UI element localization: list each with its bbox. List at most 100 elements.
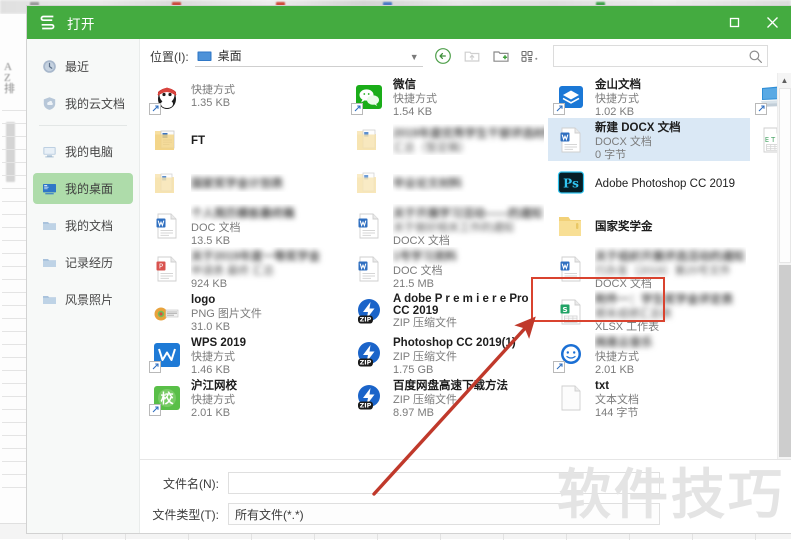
file-name: 个人简历模板最终稿 [191, 208, 295, 220]
shortcut-badge-icon [149, 361, 161, 373]
new-folder-icon[interactable] [491, 46, 511, 66]
file-name: 关于组织开展评选活动的通知 [595, 251, 745, 263]
file-name: 关于开展学习活动——的通知 [393, 208, 543, 220]
file-name: 国家奖学金计划表 [191, 178, 283, 190]
filetype-label: 文件类型(T): [140, 506, 228, 523]
file-type: ZIP 压缩文件 [393, 351, 544, 364]
file-item[interactable]: WPS 2019 快捷方式 1.46 KB [144, 333, 346, 376]
file-name: 沪江网校 [191, 380, 237, 392]
maximize-button[interactable] [715, 6, 753, 39]
file-item[interactable]: 快捷方式 1.35 KB [144, 75, 346, 118]
file-item[interactable]: 个人简历模板最终稿 DOC 文档 13.5 KB [144, 204, 346, 247]
sidebar-item-label: 风景照片 [65, 291, 113, 308]
file-item[interactable]: ZIP 百度网盘高速下载方法 ZIP 压缩文件 8.97 MB [346, 376, 548, 419]
file-item[interactable]: 关于开展学习活动——的通知 关于做好相关工作的通知 DOCX 文档 [346, 204, 548, 247]
chevron-down-icon[interactable]: ▼ [410, 52, 419, 62]
file-item-text: 金山文档 快捷方式 1.02 KB [595, 75, 746, 119]
sidebar-item-my-documents[interactable]: 我的文档 [33, 210, 133, 241]
file-item[interactable]: logo PNG 图片文件 31.0 KB [144, 290, 346, 333]
file-item[interactable]: 1号学习资料 DOC 文档 21.5 MB [346, 247, 548, 290]
ps-app-icon: Ps [554, 166, 588, 200]
zip-file-icon: ZIP [352, 338, 386, 372]
file-item[interactable]: Ps Adobe Photoshop CC 2019 [548, 161, 750, 204]
file-type: ZIP 压缩文件 [393, 317, 544, 330]
sidebar-item-my-computer[interactable]: 我的电脑 [33, 136, 133, 167]
file-name: FT [191, 135, 205, 147]
sidebar-item-recent[interactable]: 最近 [33, 51, 133, 82]
filename-input[interactable] [228, 472, 660, 494]
file-item[interactable]: 国家奖学金计划表 [144, 161, 346, 204]
file-item[interactable]: 网易云音乐 快捷方式 2.01 KB [548, 333, 750, 376]
file-type: 快捷方式 [191, 84, 342, 97]
file-item[interactable]: 微信 快捷方式 1.54 KB [346, 75, 548, 118]
file-item-text: 关于2019年度一等奖学金 申请表 最终 汇总 924 KB [191, 247, 342, 291]
file-item-text: 毕业论文材料 [393, 174, 544, 192]
file-item-text: logo PNG 图片文件 31.0 KB [191, 290, 342, 334]
file-type: 关于做好相关工作的通知 [393, 222, 544, 235]
folder-icon [41, 255, 57, 271]
sidebar-item-scenery-photos[interactable]: 风景照片 [33, 284, 133, 315]
file-item[interactable]: S 附件一：学生奖学金评定表 期末成绩汇总表 XLSX 工作表 [548, 290, 750, 333]
file-type: 快捷方式 [595, 351, 746, 364]
svg-text:P: P [159, 262, 163, 270]
shortcut-badge-icon [351, 103, 363, 115]
sidebar-item-record-history[interactable]: 记录经历 [33, 247, 133, 278]
scrollbar-thumb[interactable] [779, 88, 791, 263]
back-arrow-icon[interactable] [433, 46, 453, 66]
folder-doc-icon [352, 166, 386, 200]
file-item[interactable]: 金山文档 快捷方式 1.02 KB [548, 75, 750, 118]
toolbar-icon-group [433, 46, 540, 66]
file-item[interactable]: 毕业论文材料 [346, 161, 548, 204]
file-item-selected[interactable]: 新建 DOCX 文档 DOCX 文档 0 字节 [548, 118, 750, 161]
file-name: WPS 2019 [191, 337, 246, 349]
search-icon[interactable] [745, 49, 765, 64]
filetype-select[interactable]: 所有文件(*.*) [228, 503, 660, 525]
search-box[interactable] [553, 45, 768, 67]
kingsoft-doc-icon [554, 80, 588, 114]
file-name: 国家奖学金 [595, 221, 653, 233]
view-mode-icon[interactable] [520, 46, 540, 66]
sidebar-divider [39, 125, 127, 126]
file-type: 文本文档 [595, 394, 746, 407]
dialog-title: 打开 [67, 13, 95, 33]
file-item[interactable]: ZIP Photoshop CC 2019(1) ZIP 压缩文件 1.75 G… [346, 333, 548, 376]
file-item-text: 2019年度优秀学生干部评选材料 汇总（暂定稿） [393, 124, 544, 155]
file-item[interactable]: 2019年度优秀学生干部评选材料 汇总（暂定稿） [346, 118, 548, 161]
file-type: DOC 文档 [191, 222, 342, 235]
folder-icon [41, 292, 57, 308]
file-item[interactable]: FT [144, 118, 346, 161]
file-list-scrollbar[interactable]: ▲ [777, 73, 791, 459]
dialog-body: 最近 我的云文档 [27, 39, 791, 533]
file-name: txt [595, 380, 609, 392]
file-item-text: txt 文本文档 144 字节 [595, 376, 746, 420]
location-combobox[interactable]: 桌面 ▼ [195, 46, 423, 67]
file-item-text: 关于开展学习活动——的通知 关于做好相关工作的通知 DOCX 文档 [393, 204, 544, 248]
file-name: 2019年度优秀学生干部评选材料 [393, 128, 544, 140]
sidebar-item-my-desktop[interactable]: 我的桌面 [33, 173, 133, 204]
file-item[interactable]: 国家奖学金 [548, 204, 750, 247]
sidebar-item-label: 记录经历 [65, 254, 113, 271]
file-item[interactable]: 校 沪江网校 快捷方式 2.01 KB [144, 376, 346, 419]
file-item[interactable]: ZIP A dobe P r e m i e r e Pro CC 2019 Z… [346, 290, 548, 333]
dialog-bottom-form: 文件名(N): 文件类型(T): 所有文件(*.*) 软件技巧 [140, 459, 791, 533]
file-item-txt[interactable]: txt 文本文档 144 字节 [548, 376, 750, 419]
word-doc-icon [352, 252, 386, 286]
file-name: 网易云音乐 [595, 337, 653, 349]
scroll-up-icon[interactable]: ▲ [778, 73, 791, 87]
open-file-dialog: 打开 [27, 6, 791, 533]
file-item-text: Photoshop CC 2019(1) ZIP 压缩文件 1.75 GB [393, 333, 544, 377]
svg-text:ZIP: ZIP [360, 401, 372, 409]
search-input[interactable] [554, 50, 745, 62]
file-item[interactable]: P 关于2019年度一等奖学金 申请表 最终 汇总 924 KB [144, 247, 346, 290]
sidebar-item-cloud-docs[interactable]: 我的云文档 [33, 88, 133, 119]
svg-text:Ps: Ps [563, 176, 579, 190]
close-button[interactable] [753, 6, 791, 39]
scrollbar-track[interactable] [779, 265, 791, 457]
file-list-area: 快捷方式 1.35 KB [140, 73, 791, 459]
desktop-small-icon [197, 50, 212, 62]
file-type: PNG 图片文件 [191, 308, 342, 321]
file-type: 期末成绩汇总表 [595, 308, 746, 321]
file-item[interactable]: 关于组织开展评选活动的通知 行办发〔2019〕第25号文件 DOCX 文档 [548, 247, 750, 290]
file-name: 百度网盘高速下载方法 [393, 380, 508, 392]
pdf-doc-icon: P [150, 252, 184, 286]
